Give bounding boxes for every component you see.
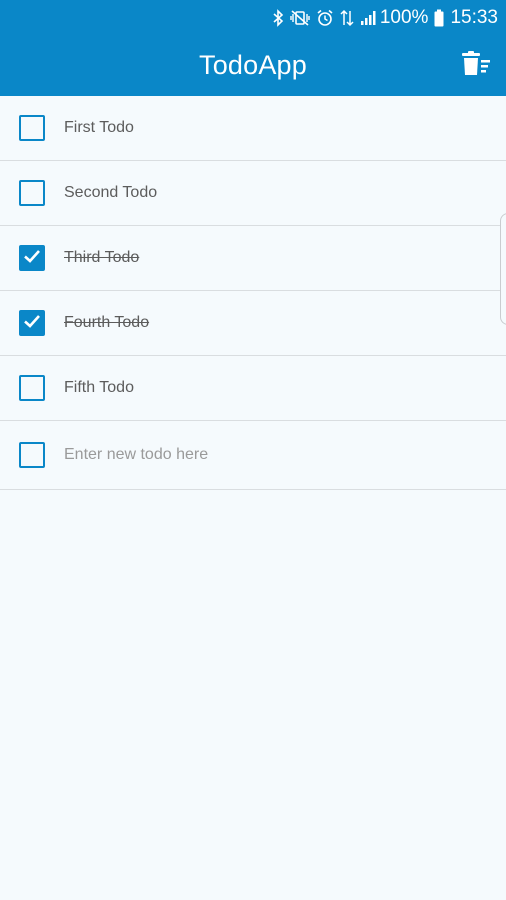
- edge-panel-handle[interactable]: [500, 213, 506, 325]
- new-todo-input[interactable]: [64, 440, 464, 470]
- todo-text: First Todo: [64, 119, 134, 136]
- todo-list: First Todo Second Todo Third Todo Fourth…: [0, 96, 506, 490]
- battery-percent: 100%: [379, 6, 429, 28]
- todo-checkbox[interactable]: [19, 375, 45, 401]
- battery-icon: [434, 9, 444, 27]
- clear-completed-button[interactable]: [460, 50, 492, 82]
- todo-text: Fifth Todo: [64, 379, 134, 396]
- todo-item[interactable]: First Todo: [0, 96, 506, 161]
- checkmark-icon: [22, 246, 42, 271]
- todo-text: Fourth Todo: [64, 314, 150, 331]
- vibrate-mute-icon: [290, 9, 310, 27]
- app-title: TodoApp: [199, 50, 307, 80]
- clock: 15:33: [450, 6, 498, 28]
- todo-checkbox[interactable]: [19, 115, 45, 141]
- todo-item[interactable]: Third Todo: [0, 226, 506, 291]
- todo-item[interactable]: Fourth Todo: [0, 291, 506, 356]
- todo-checkbox[interactable]: [19, 310, 45, 336]
- bluetooth-icon: [272, 8, 284, 27]
- new-todo-row: [0, 421, 506, 490]
- todo-text: Third Todo: [64, 249, 140, 266]
- todo-checkbox[interactable]: [19, 245, 45, 271]
- todo-item[interactable]: Fifth Todo: [0, 356, 506, 421]
- todo-checkbox[interactable]: [19, 180, 45, 206]
- todo-item[interactable]: Second Todo: [0, 161, 506, 226]
- status-bar: 100% 15:33: [0, 0, 506, 35]
- clear-completed-icon: [460, 50, 492, 82]
- checkmark-icon: [22, 311, 42, 336]
- signal-icon: [360, 10, 376, 26]
- alarm-icon: [316, 9, 334, 27]
- todo-text: Second Todo: [64, 184, 158, 201]
- app-bar: TodoApp: [0, 35, 506, 96]
- data-4g-icon: [340, 9, 354, 27]
- new-todo-checkbox[interactable]: [19, 442, 45, 468]
